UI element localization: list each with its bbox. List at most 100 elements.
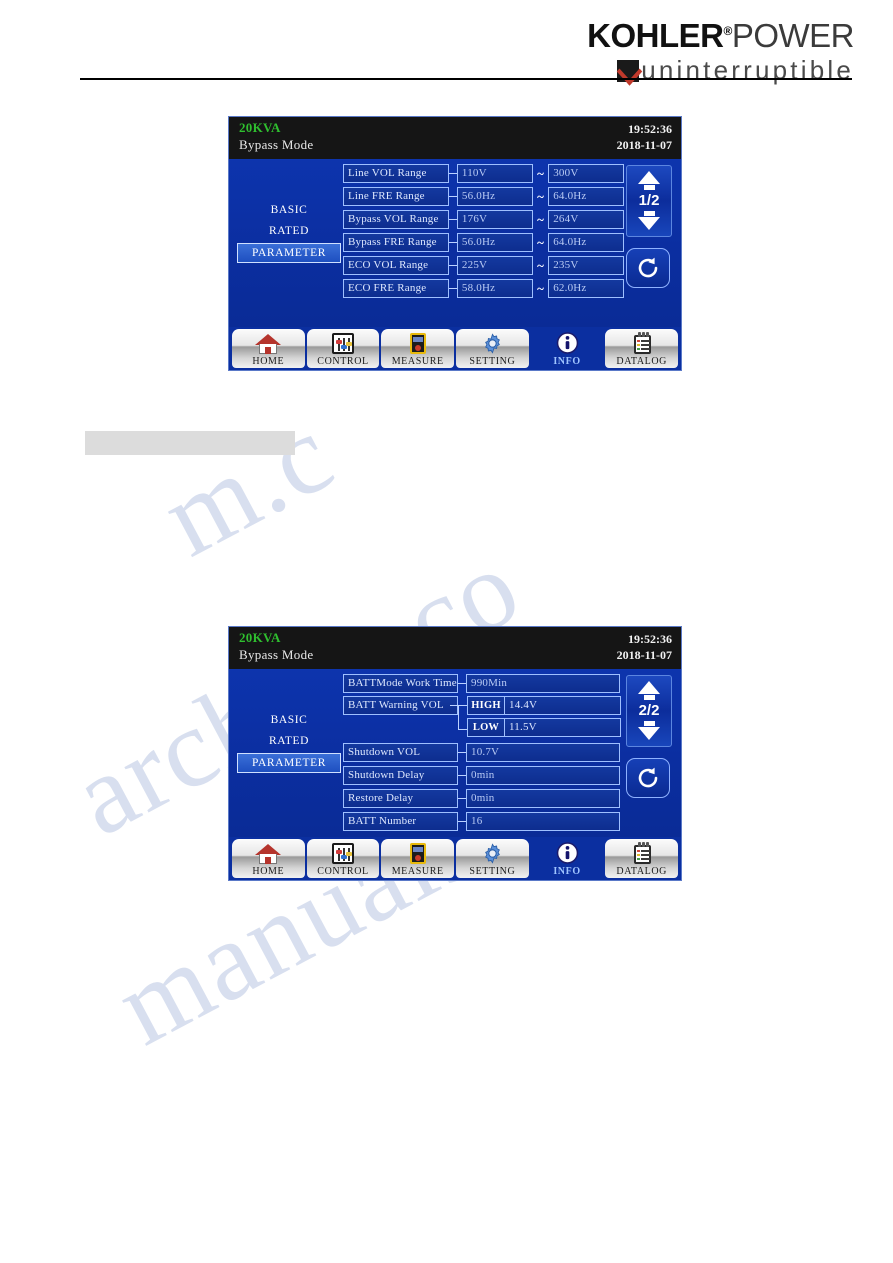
parameter-row-grouped: BATT Warning VOL HIGH 14.4V LOW 11.5V: [343, 696, 624, 740]
toolbar-button-control[interactable]: CONTROL: [306, 329, 380, 368]
parameter-max-value[interactable]: 62.0Hz: [548, 279, 625, 298]
parameter-value[interactable]: 0min: [466, 789, 620, 808]
parameter-label: Line VOL Range: [343, 164, 449, 183]
toolbar-label: HOME: [252, 356, 285, 367]
parameter-min-value[interactable]: 176V: [456, 210, 533, 229]
clock-time: 19:52:36: [628, 122, 672, 136]
toolbar-button-datalog[interactable]: DATALOG: [605, 839, 679, 878]
threshold-tag-high: HIGH: [467, 696, 504, 715]
operating-mode: Bypass Mode: [239, 137, 314, 152]
page-navigation: 1/2: [626, 165, 672, 288]
toolbar-button-control[interactable]: CONTROL: [306, 839, 380, 878]
toolbar-button-measure[interactable]: MEASURE: [381, 839, 455, 878]
parameter-max-value[interactable]: 300V: [548, 164, 625, 183]
refresh-button[interactable]: [626, 758, 670, 798]
sidebar-menu: BASIC RATED PARAMETER: [237, 201, 341, 266]
parameter-value[interactable]: 990Min: [466, 674, 620, 693]
parameter-row: ECO VOL Range 225V ~ 235V: [343, 255, 625, 276]
parameter-min-value[interactable]: 56.0Hz: [456, 187, 533, 206]
parameter-min-value[interactable]: 56.0Hz: [456, 233, 533, 252]
header-divider: [80, 78, 852, 80]
parameter-label: Line FRE Range: [343, 187, 449, 206]
threshold-value-high[interactable]: 14.4V: [504, 696, 621, 715]
sidebar-item-rated[interactable]: RATED: [237, 222, 341, 240]
parameter-row: ECO FRE Range 58.0Hz ~ 62.0Hz: [343, 278, 625, 299]
scroll-up-button[interactable]: [627, 681, 671, 700]
parameter-row: BATT Number 16: [343, 811, 624, 832]
gear-icon: [479, 331, 505, 355]
sidebar-item-parameter[interactable]: PARAMETER: [237, 753, 341, 773]
toolbar-button-setting[interactable]: SETTING: [456, 329, 529, 368]
notepad-icon: [629, 331, 655, 355]
parameter-min-value[interactable]: 225V: [456, 256, 533, 275]
parameter-max-value[interactable]: 264V: [548, 210, 625, 229]
page-indicator: 2/2: [638, 702, 660, 719]
sidebar-item-basic[interactable]: BASIC: [237, 201, 341, 219]
parameter-row: Restore Delay 0min: [343, 788, 624, 809]
scroll-down-button[interactable]: [627, 211, 671, 230]
toolbar-label: MEASURE: [391, 866, 444, 877]
clock-time: 19:52:36: [628, 632, 672, 646]
screen-header: 20KVA Bypass Mode 19:52:36 2018-11-07: [229, 627, 681, 669]
parameter-value[interactable]: 0min: [466, 766, 620, 785]
row-connector: [458, 821, 466, 822]
sliders-icon: [330, 331, 356, 355]
row-connector: [458, 752, 466, 753]
parameter-value[interactable]: 10.7V: [466, 743, 620, 762]
gear-icon: [479, 841, 505, 865]
parameter-row: Line VOL Range 110V ~ 300V: [343, 163, 625, 184]
logo-kohler-text: KOHLER: [587, 17, 724, 54]
range-separator: ~: [537, 235, 544, 250]
row-connector: [448, 173, 457, 174]
screen-body: BASIC RATED PARAMETER Line VOL Range 110…: [229, 159, 681, 327]
row-bracket-connector: [450, 696, 467, 740]
refresh-icon: [638, 767, 658, 788]
sub-row-high: HIGH 14.4V: [467, 696, 621, 715]
bottom-toolbar: HOME CONTROL MEASURE SETTING INFO DATALO…: [229, 837, 681, 880]
scroll-down-button[interactable]: [627, 721, 671, 740]
refresh-icon: [638, 257, 658, 278]
range-separator: ~: [537, 212, 544, 227]
sidebar-menu: BASIC RATED PARAMETER: [237, 711, 341, 776]
down-arrow-stem: [643, 211, 655, 216]
row-connector: [458, 798, 466, 799]
unit-rating: 20KVA: [239, 120, 281, 135]
threshold-value-low[interactable]: 11.5V: [504, 718, 621, 737]
down-arrow-icon: [638, 217, 660, 230]
logo-tagline-text: uninterruptible: [641, 55, 854, 85]
toolbar-button-home[interactable]: HOME: [232, 839, 305, 878]
parameter-row: Shutdown Delay 0min: [343, 765, 624, 786]
parameter-label: Restore Delay: [343, 789, 458, 808]
parameter-min-value[interactable]: 110V: [456, 164, 533, 183]
info-icon: [554, 841, 580, 865]
row-connector: [448, 196, 457, 197]
refresh-button[interactable]: [626, 248, 670, 288]
parameter-max-value[interactable]: 64.0Hz: [548, 187, 625, 206]
up-arrow-stem: [643, 185, 655, 190]
parameter-max-value[interactable]: 64.0Hz: [548, 233, 625, 252]
toolbar-label: DATALOG: [616, 356, 667, 367]
kohler-power-logo: KOHLER®POWER uninterruptible: [587, 14, 854, 86]
sidebar-item-parameter[interactable]: PARAMETER: [237, 243, 341, 263]
parameter-min-value[interactable]: 58.0Hz: [456, 279, 533, 298]
parameter-value[interactable]: 16: [466, 812, 620, 831]
toolbar-button-measure[interactable]: MEASURE: [381, 329, 455, 368]
toolbar-button-home[interactable]: HOME: [232, 329, 305, 368]
parameter-label: BATT Number: [343, 812, 458, 831]
scroll-up-button[interactable]: [627, 171, 671, 190]
clock-date: 2018-11-07: [616, 138, 672, 152]
page-navigation: 2/2: [626, 675, 672, 798]
toolbar-label: SETTING: [469, 356, 516, 367]
down-arrow-icon: [638, 727, 660, 740]
toolbar-button-info[interactable]: INFO: [530, 839, 604, 878]
toolbar-button-datalog[interactable]: DATALOG: [605, 329, 679, 368]
sidebar-item-basic[interactable]: BASIC: [237, 711, 341, 729]
bottom-toolbar: HOME CONTROL MEASURE SETTING INFO DATALO…: [229, 327, 681, 370]
sub-row-low: LOW 11.5V: [467, 718, 621, 737]
page-nav-pad: 1/2: [626, 165, 672, 237]
toolbar-button-setting[interactable]: SETTING: [456, 839, 529, 878]
toolbar-button-info[interactable]: INFO: [530, 329, 604, 368]
sidebar-item-rated[interactable]: RATED: [237, 732, 341, 750]
parameter-label: Bypass FRE Range: [343, 233, 449, 252]
parameter-max-value[interactable]: 235V: [548, 256, 625, 275]
